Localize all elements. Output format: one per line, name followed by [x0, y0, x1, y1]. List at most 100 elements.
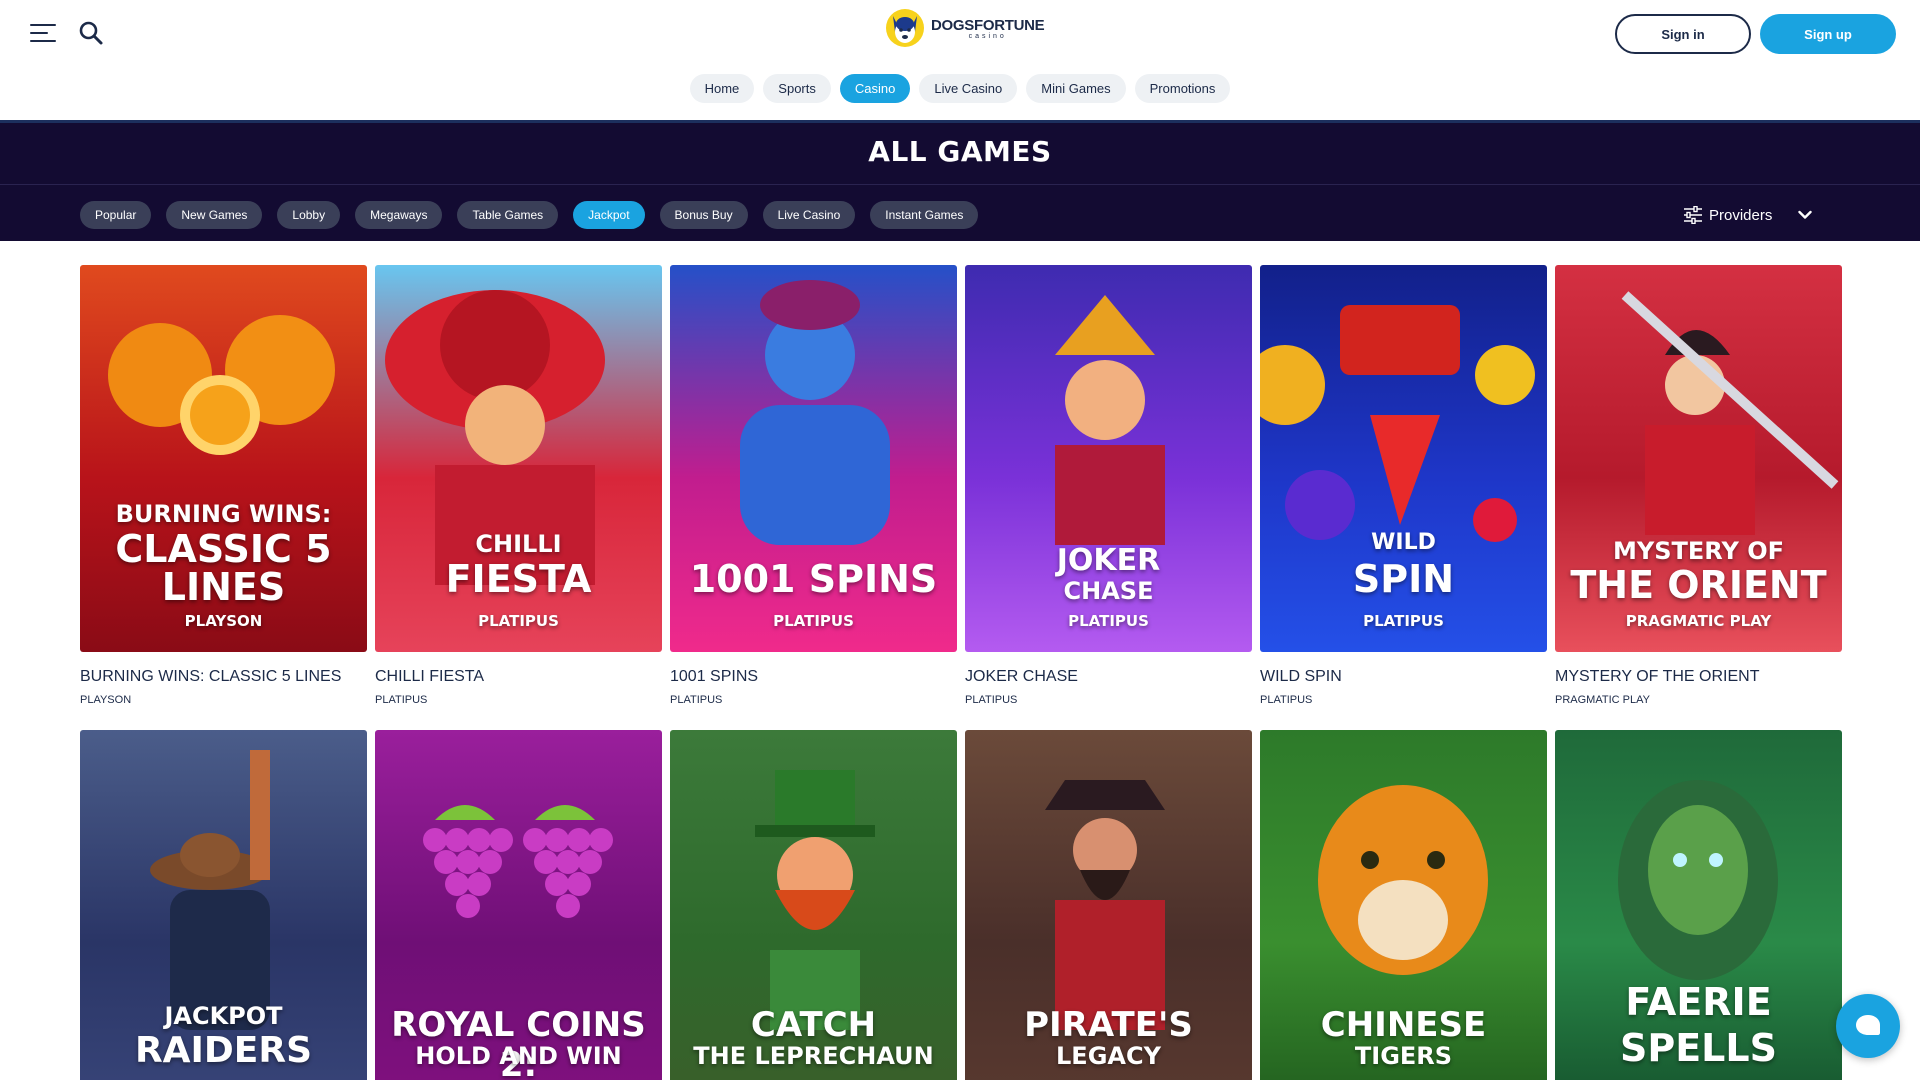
- game-title[interactable]: JOKER CHASE: [965, 668, 1252, 686]
- providers-dropdown[interactable]: Providers: [1683, 200, 1813, 230]
- game-provider: PLATIPUS: [1260, 694, 1313, 706]
- art-provider: PRAGMATIC PLAY: [1625, 612, 1772, 630]
- game-thumbnail[interactable]: CHINESE TIGERS: [1260, 730, 1547, 1080]
- game-thumbnail[interactable]: ROYAL COINS 2: HOLD AND WIN: [375, 730, 662, 1080]
- category-instant-games[interactable]: Instant Games: [870, 201, 979, 229]
- category-lobby[interactable]: Lobby: [277, 201, 341, 229]
- art-provider: PLATIPUS: [773, 612, 854, 630]
- category-jackpot[interactable]: Jackpot: [573, 201, 645, 229]
- game-title[interactable]: WILD SPIN: [1260, 668, 1547, 686]
- game-card[interactable]: PIRATE'S LEGACY: [965, 730, 1252, 1080]
- nav-item-home[interactable]: Home: [689, 74, 755, 103]
- category-table-games[interactable]: Table Games: [457, 201, 559, 229]
- art-title-line1: FAERIE: [1625, 980, 1772, 1024]
- art-provider: PLATIPUS: [478, 612, 559, 630]
- main-nav: Home Sports Casino Live Casino Mini Games Pro…: [0, 74, 1920, 103]
- chevron-down-icon: [1798, 210, 1813, 219]
- art-title-line1: CATCH: [750, 1005, 877, 1045]
- art-title-line2: FIESTA: [445, 557, 592, 601]
- game-title[interactable]: MYSTERY OF THE ORIENT: [1555, 668, 1842, 686]
- art-title-line2: HOLD AND WIN: [415, 1042, 622, 1070]
- game-card[interactable]: ROYAL COINS 2: HOLD AND WIN: [375, 730, 662, 1080]
- game-card[interactable]: 1001 SPINS PLATIPUS 1001 SPINS PLATIPUS: [670, 265, 957, 706]
- game-thumbnail[interactable]: MYSTERY OF THE ORIENT PRAGMATIC PLAY: [1555, 265, 1842, 652]
- all-games-section-bar: ALL GAMES Popular New Games Lobby Megaways T…: [0, 120, 1920, 241]
- game-title[interactable]: 1001 SPINS: [670, 668, 957, 686]
- art-provider: PLATIPUS: [1068, 612, 1149, 630]
- logo-subtitle: casino: [968, 32, 1007, 40]
- nav-item-sports[interactable]: Sports: [763, 74, 831, 103]
- hamburger-menu-icon[interactable]: [30, 20, 58, 46]
- game-title[interactable]: CHILLI FIESTA: [375, 668, 662, 686]
- game-card[interactable]: JOKER CHASE PLATIPUS JOKER CHASE PLATIPUS: [965, 265, 1252, 706]
- game-provider: PLATIPUS: [375, 694, 428, 706]
- sliders-icon: [1684, 206, 1702, 224]
- game-provider: PLAYSON: [80, 694, 132, 706]
- game-card[interactable]: WILD SPIN PLATIPUS WILD SPIN PLATIPUS: [1260, 265, 1547, 706]
- category-live-casino[interactable]: Live Casino: [762, 201, 856, 229]
- chat-bubble-icon: [1856, 1015, 1880, 1035]
- art-title-line1: JOKER: [1056, 543, 1161, 578]
- category-megaways[interactable]: Megaways: [355, 201, 443, 229]
- art-title-line2: TIGERS: [1354, 1042, 1453, 1070]
- search-icon[interactable]: [78, 20, 104, 46]
- category-filter-nav: Popular New Games Lobby Megaways Table Games…: [80, 201, 979, 229]
- art-title-line1: CHINESE: [1320, 1005, 1487, 1045]
- game-provider: PRAGMATIC PLAY: [1555, 694, 1650, 706]
- game-card[interactable]: JACKPOT RAIDERS: [80, 730, 367, 1080]
- nav-item-casino[interactable]: Casino: [839, 74, 911, 103]
- nav-item-promotions[interactable]: Promotions: [1134, 74, 1231, 103]
- game-thumbnail[interactable]: CHILLI FIESTA PLATIPUS: [375, 265, 662, 652]
- casino-page: DOGSFORTUNE casino Sign in Sign up Home S…: [0, 0, 1920, 1080]
- art-title-line1: PIRATE'S: [1024, 1005, 1193, 1045]
- category-popular[interactable]: Popular: [80, 201, 152, 229]
- game-provider: PLATIPUS: [670, 694, 723, 706]
- game-thumbnail[interactable]: PIRATE'S LEGACY: [965, 730, 1252, 1080]
- art-title-line1: WILD: [1371, 530, 1436, 555]
- game-thumbnail[interactable]: WILD SPIN PLATIPUS: [1260, 265, 1547, 652]
- art-title-line2: THE LEPRECHAUN: [693, 1042, 934, 1070]
- art-title-line2: SPIN: [1352, 557, 1455, 601]
- art-title-line1: BURNING WINS:: [115, 500, 332, 528]
- logo-name: DOGSFORTUNE: [931, 16, 1045, 34]
- art-title-line3: LINES: [161, 565, 286, 609]
- art-title-line2: CHASE: [1063, 577, 1154, 605]
- game-card[interactable]: FAERIE SPELLS: [1555, 730, 1842, 1080]
- game-card[interactable]: BURNING WINS: CLASSIC 5 LINES PLAYSON BURNIN…: [80, 265, 367, 706]
- nav-item-live-casino[interactable]: Live Casino: [919, 74, 1018, 103]
- art-provider: PLAYSON: [184, 612, 263, 630]
- game-title[interactable]: BURNING WINS: CLASSIC 5 LINES: [80, 668, 367, 686]
- art-title-line1: CHILLI: [475, 530, 562, 558]
- art-title-line2: SPELLS: [1620, 1026, 1777, 1070]
- art-title-line2: LEGACY: [1056, 1042, 1161, 1070]
- art-title-line2: THE ORIENT: [1570, 563, 1827, 607]
- live-chat-button[interactable]: [1836, 994, 1900, 1058]
- sign-up-button[interactable]: Sign up: [1760, 14, 1896, 54]
- dog-logo-icon: [886, 9, 924, 47]
- art-title-line1: MYSTERY OF: [1612, 537, 1784, 565]
- art-title-line2: RAIDERS: [134, 1030, 313, 1071]
- category-new-games[interactable]: New Games: [166, 201, 263, 229]
- sign-in-button[interactable]: Sign in: [1615, 14, 1751, 54]
- game-card[interactable]: CATCH THE LEPRECHAUN: [670, 730, 957, 1080]
- section-title: ALL GAMES: [868, 135, 1052, 168]
- art-title-line2: 1001 SPINS: [689, 557, 938, 601]
- art-title-line1: JACKPOT: [164, 1002, 283, 1030]
- game-thumbnail[interactable]: JOKER CHASE PLATIPUS: [965, 265, 1252, 652]
- category-bonus-buy[interactable]: Bonus Buy: [659, 201, 748, 229]
- game-thumbnail[interactable]: 1001 SPINS PLATIPUS: [670, 265, 957, 652]
- site-header: DOGSFORTUNE casino Sign in Sign up Home S…: [0, 0, 1920, 120]
- site-logo[interactable]: DOGSFORTUNE casino: [885, 6, 1045, 50]
- game-card[interactable]: CHILLI FIESTA PLATIPUS CHILLI FIESTA PLATIPU…: [375, 265, 662, 706]
- game-thumbnail[interactable]: FAERIE SPELLS: [1555, 730, 1842, 1080]
- game-thumbnail[interactable]: JACKPOT RAIDERS: [80, 730, 367, 1080]
- section-divider: [0, 184, 1920, 185]
- game-thumbnail[interactable]: BURNING WINS: CLASSIC 5 LINES PLAYSON: [80, 265, 367, 652]
- game-thumbnail[interactable]: CATCH THE LEPRECHAUN: [670, 730, 957, 1080]
- art-provider: PLATIPUS: [1363, 612, 1444, 630]
- game-card[interactable]: CHINESE TIGERS: [1260, 730, 1547, 1080]
- game-provider: PLATIPUS: [965, 694, 1018, 706]
- nav-item-mini-games[interactable]: Mini Games: [1026, 74, 1126, 103]
- game-card[interactable]: MYSTERY OF THE ORIENT PRAGMATIC PLAY MYSTER…: [1555, 265, 1842, 706]
- logo-wordmark: DOGSFORTUNE casino: [931, 16, 1045, 40]
